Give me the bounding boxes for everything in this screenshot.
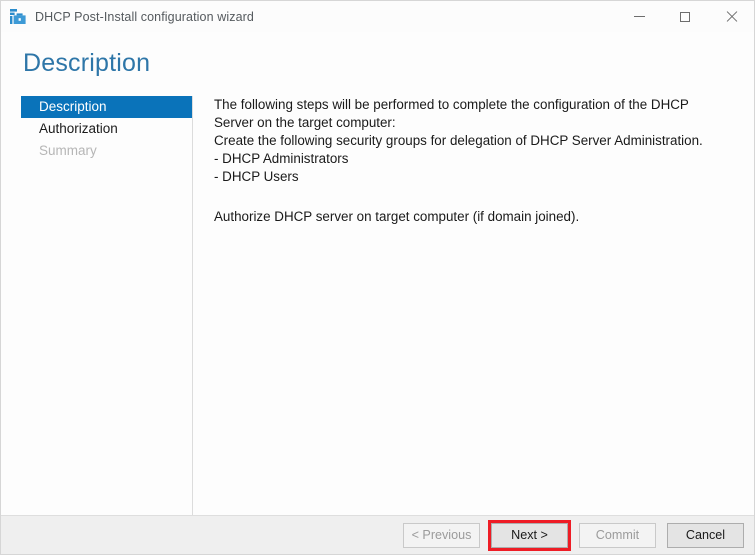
cancel-button-slot: Cancel [667, 523, 744, 548]
create-groups-text: Create the following security groups for… [214, 132, 734, 150]
intro-text: The following steps will be performed to… [214, 96, 726, 132]
minimize-button[interactable] [616, 1, 662, 32]
security-groups-list: - DHCP Administrators - DHCP Users [214, 150, 734, 186]
dhcp-server-icon [9, 8, 27, 26]
next-button-slot: Next > [491, 523, 568, 548]
wizard-footer: < Previous Next > Commit Cancel [1, 515, 754, 554]
sidebar-item-description[interactable]: Description [21, 96, 192, 118]
dhcp-wizard-window: DHCP Post-Install configuration wizard D… [0, 0, 755, 555]
window-title: DHCP Post-Install configuration wizard [35, 10, 254, 24]
minimize-icon [634, 16, 645, 17]
sidebar-item-summary: Summary [21, 140, 192, 162]
page-title: Description [1, 32, 754, 78]
close-icon [726, 11, 737, 22]
previous-button[interactable]: < Previous [403, 523, 480, 548]
list-item: - DHCP Administrators [214, 150, 734, 168]
next-button[interactable]: Next > [491, 523, 568, 548]
wizard-body: Description Authorization Summary The fo… [1, 78, 754, 515]
sidebar-item-authorization[interactable]: Authorization [21, 118, 192, 140]
commit-button[interactable]: Commit [579, 523, 656, 548]
cancel-button[interactable]: Cancel [667, 523, 744, 548]
maximize-icon [680, 12, 690, 22]
authorize-text: Authorize DHCP server on target computer… [214, 208, 734, 226]
commit-button-slot: Commit [579, 523, 656, 548]
window-controls [616, 1, 754, 32]
wizard-content: The following steps will be performed to… [193, 96, 754, 515]
wizard-step-nav: Description Authorization Summary [21, 96, 193, 515]
list-item: - DHCP Users [214, 168, 734, 186]
previous-button-slot: < Previous [403, 523, 480, 548]
close-button[interactable] [708, 1, 754, 32]
maximize-button[interactable] [662, 1, 708, 32]
title-bar: DHCP Post-Install configuration wizard [1, 1, 754, 32]
